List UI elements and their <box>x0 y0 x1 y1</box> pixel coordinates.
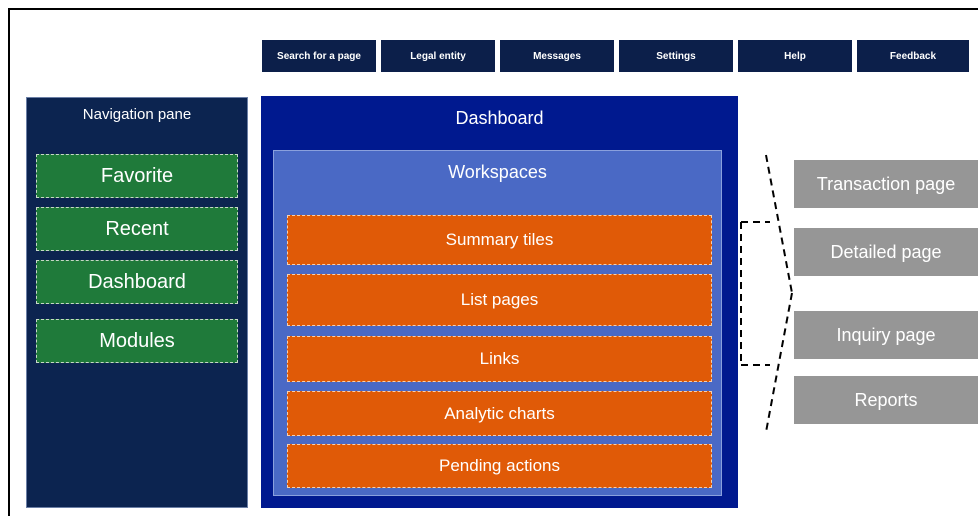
transaction-page-box[interactable]: Transaction page <box>794 160 978 208</box>
reports-box[interactable]: Reports <box>794 376 978 424</box>
detailed-page-box[interactable]: Detailed page <box>794 228 978 276</box>
inquiry-page-box[interactable]: Inquiry page <box>794 311 978 359</box>
